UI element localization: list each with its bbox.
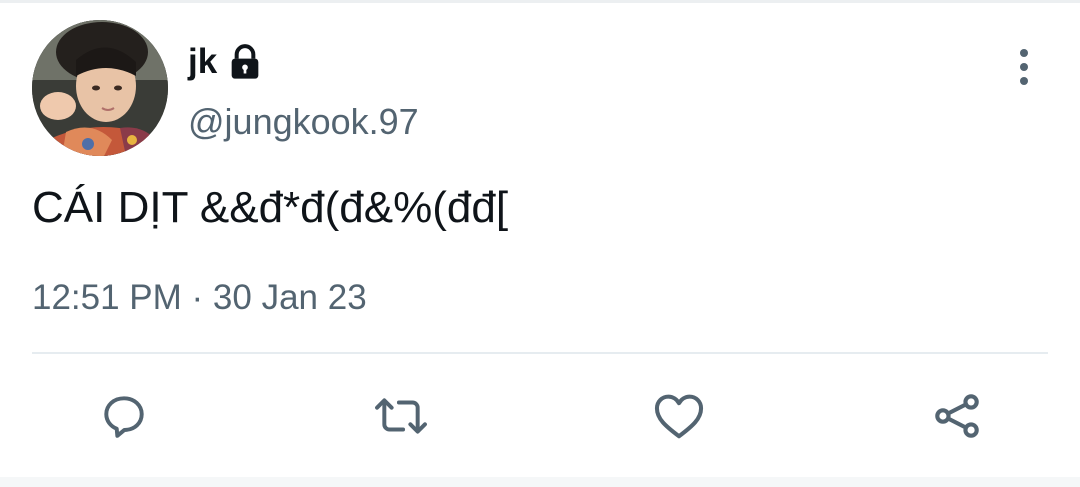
- retweet-icon: [375, 398, 427, 434]
- reply-button[interactable]: [92, 384, 156, 448]
- avatar-image: [32, 20, 168, 156]
- share-icon: [935, 394, 979, 438]
- more-vertical-icon: [1020, 49, 1028, 85]
- like-button[interactable]: [647, 384, 711, 448]
- more-options-button[interactable]: [1002, 42, 1046, 88]
- heart-icon: [654, 394, 704, 439]
- share-button[interactable]: [925, 384, 989, 448]
- reply-bubble-icon: [104, 396, 144, 438]
- divider: [32, 352, 1048, 354]
- tweet-text: CÁI DỊT &&đ*đ(đ&%(đđ[: [32, 183, 509, 232]
- lock-icon: [231, 44, 259, 79]
- bottom-edge: [0, 477, 1080, 487]
- avatar[interactable]: [32, 20, 168, 156]
- display-name-row: jk: [188, 40, 265, 84]
- display-name[interactable]: jk: [188, 40, 217, 84]
- top-edge: [0, 0, 1080, 3]
- tweet-timestamp[interactable]: 12:51 PM · 30 Jan 23: [32, 276, 367, 320]
- user-handle[interactable]: @jungkook.97: [188, 100, 419, 144]
- retweet-button[interactable]: [369, 384, 433, 448]
